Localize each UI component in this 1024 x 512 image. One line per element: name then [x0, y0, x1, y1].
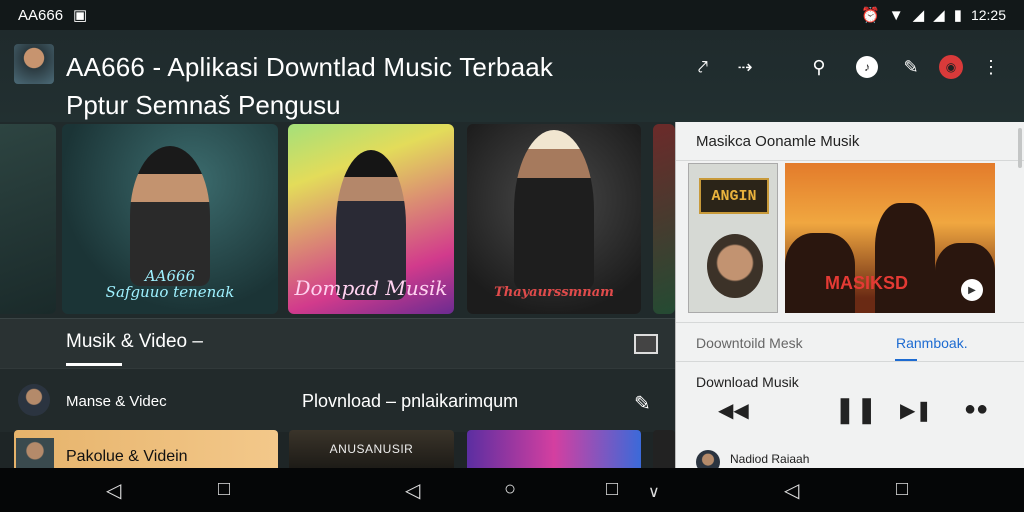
artist-face [707, 234, 763, 298]
list-item[interactable]: Manse & Videc Plovnload – pnlaikarimqum … [0, 368, 675, 432]
forward-icon[interactable]: ⇢ [728, 50, 762, 84]
section-underline [66, 363, 122, 366]
carousel-card[interactable]: Thayaurssmnam [467, 124, 641, 314]
alarm-icon: ⏰ [861, 6, 880, 24]
image-icon: ▣ [73, 6, 88, 24]
tab-recommend[interactable]: Ranmboak. [896, 335, 968, 351]
list-item[interactable]: Nadiod Raiaah [696, 448, 996, 474]
cast-icon[interactable] [634, 334, 658, 354]
scrollbar[interactable] [1018, 128, 1022, 168]
clock-time: 12:25 [970, 7, 1006, 23]
more-icon[interactable]: ⋮ [974, 50, 1008, 84]
player-controls: ◀◀ ❚❚ ▶❚ ●● [716, 394, 996, 424]
crowd-silhouette [875, 203, 935, 313]
card-thumbnail [16, 438, 54, 470]
carousel-card[interactable] [653, 124, 675, 314]
panel-tabs: Doowntoild Mesk Ranmboak. [676, 322, 1024, 362]
card-caption: Thayaurssmnam [494, 285, 614, 300]
music-panel: Masikca Oonamle Musik ANGIN MASIKSD ▶ Do… [675, 122, 1024, 474]
content-card[interactable]: Pakolue & Videin [14, 430, 278, 470]
signal-icon: ◢ [933, 6, 945, 24]
content-card[interactable] [467, 430, 641, 470]
carousel-card[interactable]: AA666 Safguuo tenenak [62, 124, 278, 314]
divider [676, 160, 1024, 161]
concert-image[interactable]: MASIKSD ▶ [785, 163, 995, 313]
list-item-label: Nadiod Raiaah [730, 452, 810, 466]
list-item-subtitle: Plovnload – pnlaikarimqum [302, 391, 519, 411]
recents-icon[interactable]: □ [606, 478, 618, 501]
wifi-icon: ▼ [888, 6, 904, 24]
back-icon[interactable]: ◁ [784, 478, 799, 503]
search-icon[interactable]: ⚲ [802, 50, 836, 84]
status-bar: AA666 ▣ ⏰ ▼ ◢ ◢ ▮ 12:25 [0, 0, 1024, 30]
card-caption: Dompad Musik [294, 276, 448, 300]
artist-image [130, 146, 210, 286]
page-subtitle: Pptur Semnaš Pengusu [66, 90, 341, 120]
album-sign: ANGIN [699, 178, 769, 214]
content-card[interactable]: ANUSANUSIR [289, 430, 454, 470]
play-icon[interactable]: ▶ [961, 279, 983, 301]
app-header: AA666 - Aplikasi Downtlad Music Terbaak … [0, 30, 1024, 122]
card-label: ANUSANUSIR [329, 442, 414, 456]
section-title[interactable]: Musik & Video – [66, 331, 203, 353]
rewind-icon[interactable]: ◀◀ [718, 398, 749, 423]
music-icon[interactable]: ♪ [850, 50, 884, 84]
pause-icon[interactable]: ❚❚ [834, 394, 878, 425]
app-avatar[interactable] [14, 44, 54, 84]
album-cover[interactable]: ANGIN [688, 163, 778, 313]
queue-icon[interactable]: ●● [964, 398, 988, 421]
card-caption: AA666 Safguuo tenenak [105, 267, 235, 301]
section-bar: Musik & Video – [0, 318, 675, 368]
artist-image [514, 130, 594, 290]
share-icon[interactable]: ⤤ [686, 50, 720, 84]
avatar [18, 384, 50, 416]
panel-title: Masikca Oonamle Musik [696, 133, 860, 150]
content-card[interactable] [653, 430, 675, 470]
mic-icon[interactable]: ✎ [634, 391, 651, 416]
header-actions: ⤤ ⇢ ⚲ ♪ ✎ ◉ ⋮ [686, 50, 1008, 84]
tab-underline [895, 359, 917, 361]
home-icon[interactable]: ○ [504, 478, 516, 501]
battery-icon: ▮ [953, 6, 962, 24]
chevron-down-icon[interactable]: ∨ [648, 482, 660, 502]
signal-icon: ◢ [912, 6, 925, 24]
now-playing-label: Download Musik [696, 374, 799, 390]
carrier-text: AA666 [18, 6, 64, 24]
crowd-silhouette [935, 243, 995, 313]
list-item-label: Manse & Videc [66, 393, 167, 410]
image-brand-text: MASIKSD [825, 273, 909, 293]
system-nav-bar: ◁ □ ◁ ○ □ ∨ ◁ □ [0, 468, 1024, 512]
page-title: AA666 - Aplikasi Downtlad Music Terbaak [66, 52, 554, 82]
record-icon[interactable]: ◉ [934, 50, 968, 84]
mic-icon[interactable]: ✎ [894, 50, 928, 84]
carousel-card[interactable] [0, 124, 56, 314]
back-icon[interactable]: ◁ [405, 478, 420, 503]
tab-download[interactable]: Doowntoild Mesk [696, 335, 803, 351]
card-label: Pakolue & Videin [66, 448, 188, 465]
next-icon[interactable]: ▶❚ [900, 398, 932, 423]
back-icon[interactable]: ◁ [106, 478, 121, 503]
bottom-cards: Pakolue & Videin ANUSANUSIR [0, 430, 675, 470]
recents-icon[interactable]: □ [218, 478, 230, 501]
carousel-card[interactable]: Dompad Musik [288, 124, 454, 314]
recents-icon[interactable]: □ [896, 478, 908, 501]
